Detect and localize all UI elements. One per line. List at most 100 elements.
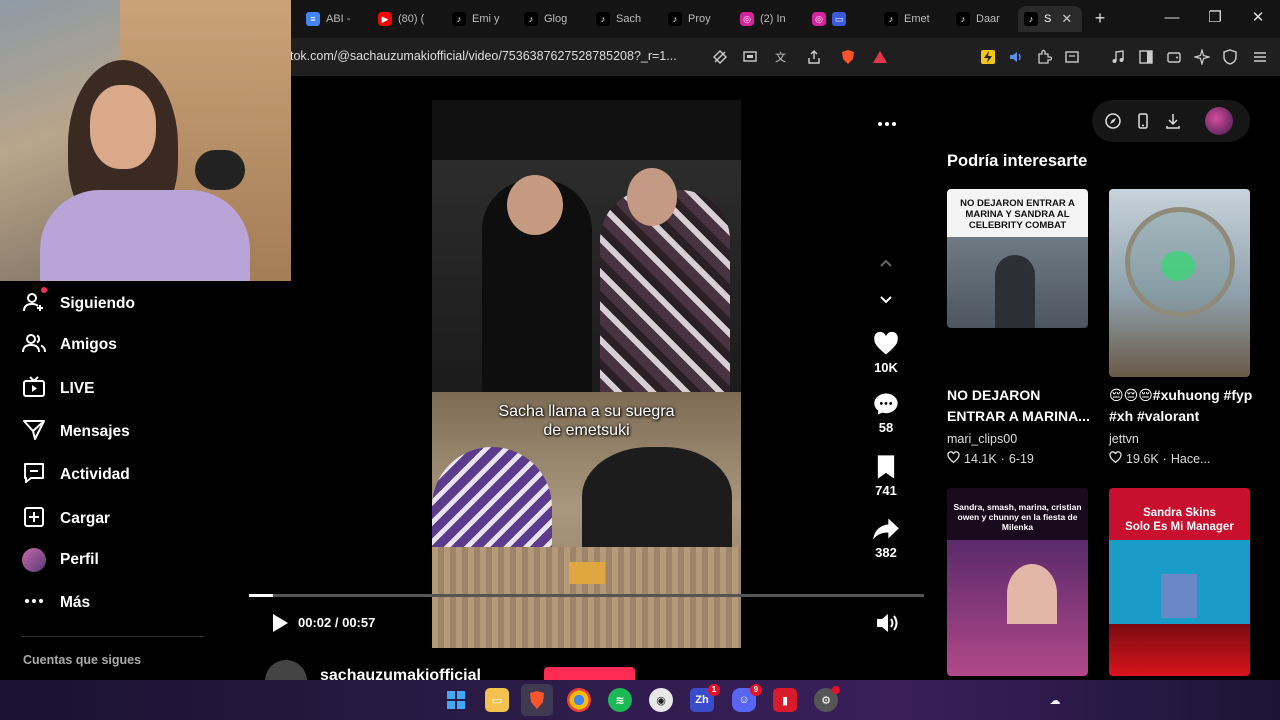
wallet-icon[interactable]	[1164, 47, 1184, 67]
share-icon[interactable]	[804, 47, 824, 67]
sidebar-item-label: Perfil	[60, 551, 99, 568]
more-options-icon[interactable]	[876, 114, 898, 134]
sidebar-item-following[interactable]: Siguiendo	[22, 286, 135, 319]
brave-rewards-icon[interactable]	[870, 47, 890, 67]
compass-icon[interactable]	[1104, 112, 1122, 130]
tab-label: (2) In	[760, 13, 786, 25]
save-count: 741	[875, 483, 897, 498]
new-tab-icon[interactable]: +	[1090, 8, 1110, 28]
recommendation-title[interactable]: 😔😔😔#xuhuong #fyp #xh #valorant	[1109, 385, 1257, 427]
cast-icon[interactable]	[740, 47, 760, 67]
share-button[interactable]: 382	[862, 515, 910, 560]
notification-badge: 9	[750, 684, 762, 696]
address-bar[interactable]: tok.com/@sachauzumakiofficial/video/7536…	[290, 49, 677, 63]
minimize-icon[interactable]: —	[1162, 8, 1182, 28]
follow-button[interactable]	[544, 667, 635, 680]
stats-separator: ·	[1162, 452, 1167, 466]
recommendation-thumbnail[interactable]: NO DEJARON ENTRAR A MARINA Y SANDRA AL C…	[947, 189, 1088, 328]
more-icon	[22, 589, 46, 618]
recommendation-thumbnail[interactable]: Sandra, smash, marina, cristian owen y c…	[947, 488, 1088, 676]
recommendation-user[interactable]: mari_clips00	[947, 432, 1017, 446]
sidebar-item-messages[interactable]: Mensajes	[22, 419, 130, 445]
tab-tiktok-3[interactable]: ♪ Sach	[590, 6, 660, 32]
save-button[interactable]: 741	[862, 453, 910, 498]
tab-instagram-2[interactable]: ◎ ▭	[806, 6, 866, 32]
video-author-row[interactable]: sachauzumakiofficial	[265, 660, 525, 680]
share-count: 382	[875, 545, 897, 560]
tab-docs[interactable]: ≡ ABI -	[300, 6, 370, 32]
following-icon	[22, 286, 47, 319]
extension-bolt-icon[interactable]	[978, 47, 998, 67]
windows-start-icon[interactable]	[444, 688, 468, 712]
maximize-icon[interactable]: ❐	[1205, 8, 1225, 28]
sidebar-item-upload[interactable]: Cargar	[22, 506, 110, 532]
obs-icon[interactable]: ◉	[649, 688, 673, 712]
music-icon[interactable]	[1108, 47, 1128, 67]
tab-youtube[interactable]: ▶ (80) (	[372, 6, 442, 32]
video-progress-bar[interactable]	[249, 594, 924, 597]
brave-browser-icon[interactable]	[521, 684, 553, 716]
sidebar-item-friends[interactable]: Amigos	[22, 332, 117, 358]
close-window-icon[interactable]: ✕	[1248, 8, 1268, 28]
tiktok-icon: ♪	[884, 12, 898, 26]
recommendation-user[interactable]: jettvn	[1109, 432, 1139, 446]
tab-label: S	[1044, 13, 1052, 25]
close-tab-icon[interactable]: ✕	[1061, 11, 1072, 27]
recommendation-thumbnail[interactable]	[1109, 189, 1250, 377]
tab-tiktok-1[interactable]: ♪ Emi y	[446, 6, 516, 32]
live-icon	[22, 375, 46, 404]
leo-ai-icon[interactable]	[1192, 47, 1212, 67]
comment-button[interactable]: 58	[862, 390, 910, 435]
tab-tiktok-5[interactable]: ♪ Emet	[878, 6, 948, 32]
brave-shield-icon[interactable]	[838, 47, 858, 67]
video-person-dark	[582, 447, 732, 557]
sidebar-item-activity[interactable]: Actividad	[22, 462, 130, 488]
reading-list-icon[interactable]	[1062, 47, 1082, 67]
file-explorer-icon[interactable]: ▭	[485, 688, 509, 712]
video-frame[interactable]: Sacha llama a su suegra de emetsuki	[432, 100, 741, 648]
sidebar-toggle-icon[interactable]	[1136, 47, 1156, 67]
youtube-icon: ▶	[378, 12, 392, 26]
author-avatar[interactable]	[265, 660, 307, 680]
sidebar-item-live[interactable]: LIVE	[22, 375, 94, 404]
settings-icon[interactable]: ⚙	[814, 686, 840, 712]
tab-instagram-1[interactable]: ◎ (2) In	[734, 6, 804, 32]
video-time: 00:02 / 00:57	[298, 615, 376, 630]
user-avatar[interactable]	[1205, 107, 1233, 135]
sidebar-item-more[interactable]: Más	[22, 590, 90, 616]
app-icon[interactable]: Zh 1	[690, 684, 720, 712]
tab-label: Emet	[904, 13, 930, 25]
tab-tiktok-2[interactable]: ♪ Glog	[518, 6, 588, 32]
menu-icon[interactable]	[1250, 47, 1270, 67]
discord-icon[interactable]: ☺ 9	[732, 684, 762, 712]
mobile-icon[interactable]	[1134, 112, 1152, 130]
tray-cloud-icon[interactable]: ☁	[1044, 688, 1066, 712]
download-icon[interactable]	[1164, 112, 1182, 130]
author-name[interactable]: sachauzumakiofficial	[320, 667, 481, 680]
no-tracking-icon[interactable]	[710, 47, 730, 67]
tab-label: Glog	[544, 13, 568, 25]
thumbnail-figure	[1161, 574, 1197, 618]
tab-tiktok-4[interactable]: ♪ Proy	[662, 6, 732, 32]
spotify-icon[interactable]: ≋	[608, 688, 632, 712]
vpn-shield-icon[interactable]	[1220, 47, 1240, 67]
tab-tiktok-active[interactable]: ♪ S ✕	[1018, 6, 1082, 32]
docs-icon: ≡	[306, 12, 320, 26]
recommendation-title[interactable]: NO DEJARON ENTRAR A MARINA...	[947, 385, 1095, 427]
heart-outline-icon	[947, 451, 960, 467]
translate-icon[interactable]: 文	[772, 47, 792, 67]
volume-button[interactable]	[875, 612, 899, 634]
sidebar-item-profile[interactable]: Perfil	[22, 547, 99, 573]
extension-sound-icon[interactable]	[1006, 47, 1026, 67]
like-button[interactable]: 10K	[862, 330, 910, 375]
friends-icon	[22, 331, 46, 360]
red-app-icon[interactable]: ▮	[773, 688, 797, 712]
chrome-icon[interactable]	[567, 688, 591, 712]
extensions-puzzle-icon[interactable]	[1034, 47, 1054, 67]
recommendation-thumbnail[interactable]: Sandra Skins Solo Es Mi Manager	[1109, 488, 1250, 676]
play-button[interactable]	[268, 612, 290, 634]
previous-video-icon[interactable]	[876, 253, 896, 273]
tab-tiktok-6[interactable]: ♪ Daar	[950, 6, 1016, 32]
thumbnail-figure	[1007, 564, 1057, 624]
next-video-icon[interactable]	[876, 290, 896, 310]
